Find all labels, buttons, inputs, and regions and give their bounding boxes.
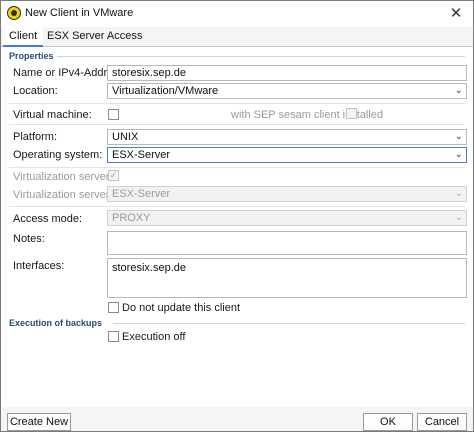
os-value: ESX-Server	[112, 149, 171, 161]
interfaces-label: Interfaces:	[13, 260, 65, 272]
create-new-button[interactable]: Create New	[7, 413, 71, 431]
interfaces-textarea[interactable]: storesix.sep.de	[107, 258, 467, 298]
section-properties: Properties	[9, 51, 54, 61]
os-select[interactable]: ESX-Server ⌄	[107, 147, 467, 163]
location-label: Location:	[13, 85, 58, 97]
execution-off-label: Execution off	[122, 331, 186, 343]
chevron-down-icon: ⌄	[454, 131, 463, 142]
sep-client-checkbox[interactable]	[346, 108, 357, 119]
tab-esx-server-access[interactable]: ESX Server Access	[41, 27, 148, 47]
execution-off-checkbox[interactable]	[108, 331, 119, 342]
chevron-down-icon: ⌄	[454, 188, 463, 199]
name-input[interactable]: storesix.sep.de	[107, 65, 467, 81]
section-execution: Execution of backups	[9, 318, 103, 328]
window-title: New Client in VMware	[25, 7, 134, 19]
location-select[interactable]: Virtualization/VMware ⌄	[107, 83, 467, 99]
access-mode-label: Access mode:	[13, 213, 83, 225]
platform-select[interactable]: UNIX ⌄	[107, 129, 467, 145]
ok-button[interactable]: OK	[363, 413, 413, 431]
virtual-machine-label: Virtual machine:	[13, 109, 92, 121]
access-mode-value: PROXY	[112, 212, 151, 224]
location-value: Virtualization/VMware	[112, 85, 219, 97]
sep-sesam-app-icon	[7, 6, 21, 20]
cancel-button[interactable]: Cancel	[417, 413, 467, 431]
virt-server-type-value: ESX-Server	[112, 188, 171, 200]
virtual-machine-checkbox[interactable]	[108, 109, 119, 120]
os-label: Operating system:	[13, 149, 103, 161]
tab-bar: Client ESX Server Access	[1, 27, 473, 47]
virt-server-checkbox[interactable]: ✓	[108, 170, 119, 181]
chevron-down-icon: ⌄	[454, 149, 463, 160]
sep-client-label: with SEP sesam client installed	[231, 109, 384, 121]
do-not-update-checkbox[interactable]	[108, 302, 119, 313]
divider	[9, 167, 465, 168]
dialog-window: New Client in VMware ✕ Client ESX Server…	[0, 0, 474, 432]
notes-label: Notes:	[13, 233, 45, 245]
chevron-down-icon: ⌄	[454, 212, 463, 223]
virt-server-type-select[interactable]: ESX-Server ⌄	[107, 186, 467, 202]
divider	[9, 103, 465, 104]
tab-client[interactable]: Client	[3, 27, 44, 47]
do-not-update-label: Do not update this client	[122, 302, 241, 314]
close-button[interactable]: ✕	[445, 4, 467, 24]
divider	[9, 206, 465, 207]
chevron-down-icon: ⌄	[454, 85, 463, 96]
title-bar: New Client in VMware ✕	[1, 1, 473, 27]
button-bar: Create New OK Cancel	[1, 407, 473, 431]
platform-value: UNIX	[112, 131, 139, 143]
divider	[9, 124, 465, 125]
section-divider	[57, 56, 465, 57]
virt-server-label: Virtualization server:	[13, 171, 113, 183]
platform-label: Platform:	[13, 131, 58, 143]
notes-textarea[interactable]	[107, 231, 467, 255]
access-mode-select[interactable]: PROXY ⌄	[107, 210, 467, 226]
section-divider	[113, 323, 465, 324]
